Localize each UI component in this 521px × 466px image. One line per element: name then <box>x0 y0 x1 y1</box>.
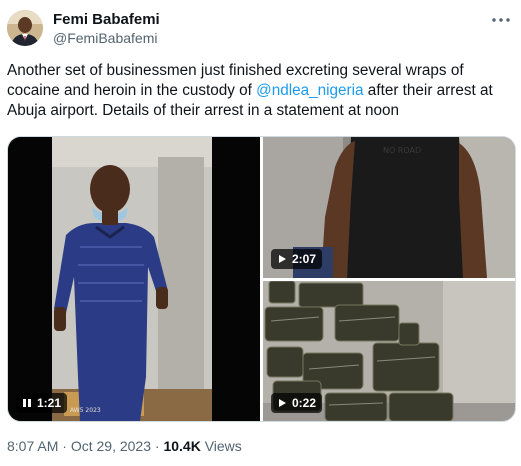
views-count[interactable]: 10.4K <box>163 438 200 454</box>
more-dots-icon <box>492 18 510 22</box>
tweet-text: Another set of businessmen just finished… <box>7 61 512 121</box>
video-left-frame: AW5 2023 <box>8 137 260 421</box>
svg-text:AW5 2023: AW5 2023 <box>70 407 101 414</box>
video-bottom-right[interactable]: 0:22 <box>263 281 515 421</box>
meta-separator: · <box>154 438 160 454</box>
tweet-header: Femi Babafemi @FemiBabafemi <box>7 7 514 51</box>
duration-badge: 0:22 <box>271 393 323 413</box>
mention-link[interactable]: @ndlea_nigeria <box>256 82 363 99</box>
author-display-name[interactable]: Femi Babafemi <box>53 10 160 29</box>
views-label: Views <box>204 438 242 454</box>
video-left[interactable]: AW5 2023 1:21 <box>8 137 260 421</box>
video-top-right[interactable]: NO ROAD 2:07 <box>263 137 515 278</box>
video-left-duration: 1:21 <box>37 396 62 410</box>
play-icon <box>279 399 286 407</box>
video-top-right-duration: 2:07 <box>292 252 317 266</box>
meta-separator: · <box>62 438 67 454</box>
tweet-meta: 8:07 AM · Oct 29, 2023 · 10.4K Views <box>7 438 242 454</box>
pause-icon <box>23 399 31 407</box>
tweet-time[interactable]: 8:07 AM <box>7 438 58 454</box>
media-grid: AW5 2023 1:21 NO ROAD 2:07 0:22 <box>7 136 516 422</box>
avatar-image <box>7 10 43 46</box>
svg-text:NO ROAD: NO ROAD <box>383 146 421 155</box>
tweet-date[interactable]: Oct 29, 2023 <box>71 438 151 454</box>
video-bottom-right-duration: 0:22 <box>292 396 317 410</box>
play-icon <box>279 255 286 263</box>
avatar[interactable] <box>7 10 43 46</box>
duration-badge: 2:07 <box>271 249 323 269</box>
author-handle[interactable]: @FemiBabafemi <box>53 29 160 47</box>
duration-badge: 1:21 <box>16 393 68 413</box>
author-names: Femi Babafemi @FemiBabafemi <box>53 10 160 47</box>
more-options-button[interactable] <box>490 11 512 29</box>
